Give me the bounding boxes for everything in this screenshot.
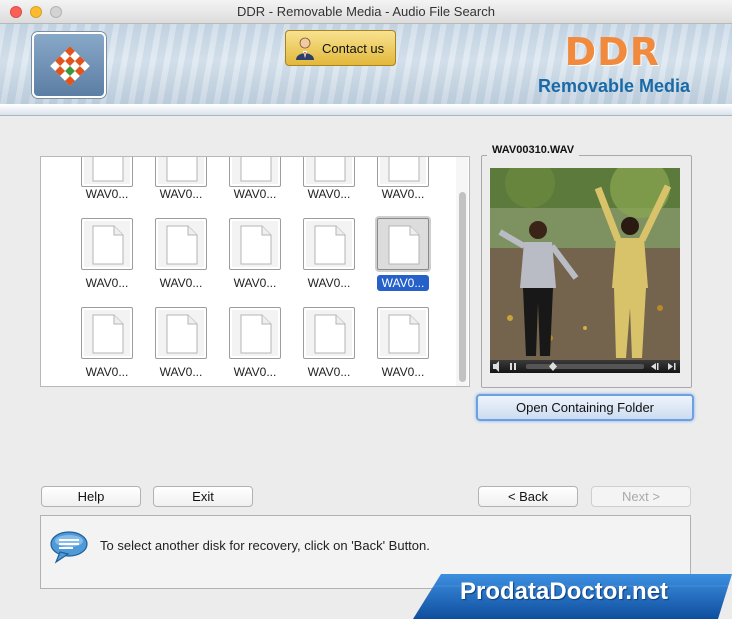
file-name-text: WAV0... (85, 365, 129, 379)
preview-photo (490, 168, 680, 360)
grid-scrollbar-thumb[interactable] (459, 192, 466, 382)
document-icon (240, 314, 272, 354)
speech-bubble-icon (50, 531, 88, 564)
file-name: WAV0... (297, 187, 361, 201)
header-banner: Contact us DDR Removable Media (0, 24, 732, 116)
open-containing-folder-button[interactable]: Open Containing Folder (476, 394, 694, 421)
file-name-text: WAV0... (85, 187, 129, 201)
file-name-text: WAV0... (307, 365, 351, 379)
file-name-text: WAV0... (233, 187, 277, 201)
brand-subtitle: Removable Media (537, 76, 690, 96)
document-icon (92, 225, 124, 265)
file-thumbnail[interactable] (155, 218, 207, 270)
video-controls-icon (493, 361, 676, 372)
file-name: WAV0... (297, 365, 361, 379)
document-icon (92, 314, 124, 354)
file-name-text: WAV0... (159, 365, 203, 379)
person-icon (296, 37, 314, 60)
file-name: WAV0... (149, 187, 213, 201)
file-name-text: WAV0... (307, 276, 351, 290)
file-thumbnail[interactable] (81, 218, 133, 270)
file-name: WAV0... (149, 276, 213, 290)
next-button[interactable]: Next > (591, 486, 691, 507)
file-thumbnail[interactable] (81, 307, 133, 359)
window-titlebar: DDR - Removable Media - Audio File Searc… (0, 0, 732, 24)
file-thumbnail[interactable] (377, 157, 429, 187)
file-grid[interactable]: WAV0... WAV0... WAV0... WAV0... WAV0... WAV0.… (40, 156, 470, 387)
file-name: WAV0... (223, 365, 287, 379)
checker-logo-icon (50, 46, 90, 86)
document-icon (240, 225, 272, 265)
file-thumbnail[interactable] (229, 157, 281, 187)
brand-title: DDR (564, 30, 660, 74)
document-icon (92, 157, 124, 182)
file-name: WAV0... (75, 365, 139, 379)
file-name: WAV0... (223, 187, 287, 201)
document-icon (388, 225, 420, 265)
file-name: WAV0... (75, 276, 139, 290)
document-icon (166, 225, 198, 265)
help-button[interactable]: Help (41, 486, 141, 507)
status-message: To select another disk for recovery, cli… (100, 538, 430, 553)
document-icon (388, 314, 420, 354)
watermark-text: ProdataDoctor.net (460, 578, 669, 605)
file-thumbnail[interactable] (377, 218, 429, 270)
file-thumbnail[interactable] (155, 157, 207, 187)
file-name-text: WAV0... (85, 276, 129, 290)
file-name-text: WAV0... (381, 187, 425, 201)
file-name: WAV0... (297, 276, 361, 290)
file-name: WAV0... (223, 276, 287, 290)
video-controls[interactable] (490, 360, 680, 373)
file-name: WAV0... (371, 187, 435, 201)
file-name-text: WAV0... (381, 365, 425, 379)
file-name: WAV0... (75, 187, 139, 201)
file-thumbnail[interactable] (81, 157, 133, 187)
banner-stripe (0, 104, 732, 115)
contact-us-button[interactable]: Contact us (285, 30, 396, 66)
document-icon (314, 314, 346, 354)
file-name-text: WAV0... (159, 276, 203, 290)
exit-button[interactable]: Exit (153, 486, 253, 507)
file-name-text: WAV0... (233, 276, 277, 290)
file-name: WAV0... (149, 365, 213, 379)
file-thumbnail[interactable] (303, 307, 355, 359)
file-name-text: WAV0... (233, 365, 277, 379)
file-thumbnail[interactable] (229, 307, 281, 359)
file-name-text: WAV0... (307, 187, 351, 201)
contact-us-label: Contact us (322, 40, 385, 56)
document-icon (240, 157, 272, 182)
file-name: WAV0... (371, 275, 435, 291)
window-title: DDR - Removable Media - Audio File Searc… (237, 4, 495, 19)
document-icon (166, 157, 198, 182)
file-name-text: WAV0... (159, 187, 203, 201)
document-icon (388, 157, 420, 182)
preview-image (490, 168, 680, 360)
file-thumbnail[interactable] (377, 307, 429, 359)
file-thumbnail[interactable] (303, 218, 355, 270)
document-icon (314, 157, 346, 182)
file-thumbnail[interactable] (155, 307, 207, 359)
file-name: WAV0... (371, 365, 435, 379)
file-name-text: WAV0... (376, 275, 430, 291)
document-icon (314, 225, 346, 265)
app-logo (32, 32, 106, 98)
file-thumbnail[interactable] (303, 157, 355, 187)
file-thumbnail[interactable] (229, 218, 281, 270)
preview-filename: WAV00310.WAV (487, 144, 580, 156)
back-button[interactable]: < Back (478, 486, 578, 507)
document-icon (166, 314, 198, 354)
